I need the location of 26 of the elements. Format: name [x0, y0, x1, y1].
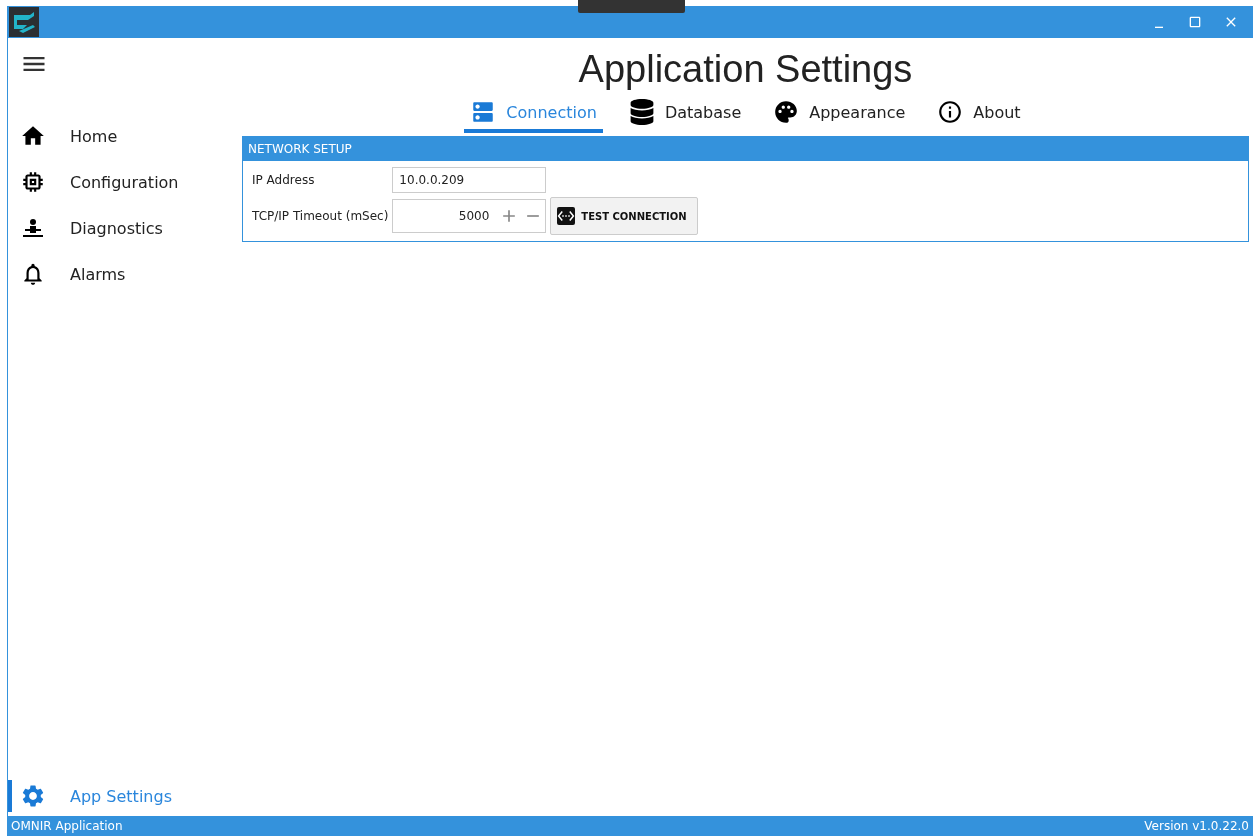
version-text: Version v1.0.22.0 — [1144, 819, 1249, 833]
nav-item[interactable]: App Settings — [8, 780, 235, 812]
nav-item[interactable]: Diagnostics — [8, 212, 235, 244]
status-text: OMNIR Application — [11, 819, 123, 833]
field-label: IP Address — [252, 173, 316, 187]
tab[interactable]: About — [931, 95, 1027, 133]
palette-icon — [773, 99, 800, 125]
page-title: Application Settings — [578, 48, 913, 91]
panel-header: NETWORK SETUP — [243, 137, 1248, 161]
tab[interactable]: Appearance — [767, 95, 912, 133]
input-field[interactable]: 10.0.0.209 — [392, 167, 547, 193]
field-label: TCP/IP Timeout (mSec) — [252, 209, 389, 223]
tab[interactable]: Connection — [464, 95, 603, 133]
test-connection-button[interactable]: TEST CONNECTION — [550, 197, 698, 235]
number-field[interactable]: 5000 — [392, 199, 547, 233]
app-logo — [9, 7, 39, 37]
nav-item[interactable]: Configuration — [8, 166, 235, 198]
maximize-button[interactable] — [1187, 14, 1203, 30]
info-icon — [937, 99, 964, 125]
ethernet-icon — [557, 207, 576, 225]
tab[interactable]: Database — [622, 95, 748, 133]
field-value: 5000 — [458, 209, 490, 223]
drag-handle[interactable] — [578, 0, 685, 13]
nav-item[interactable]: Alarms — [8, 258, 235, 290]
nav-item[interactable]: Home — [8, 120, 235, 152]
database-icon — [628, 99, 655, 125]
